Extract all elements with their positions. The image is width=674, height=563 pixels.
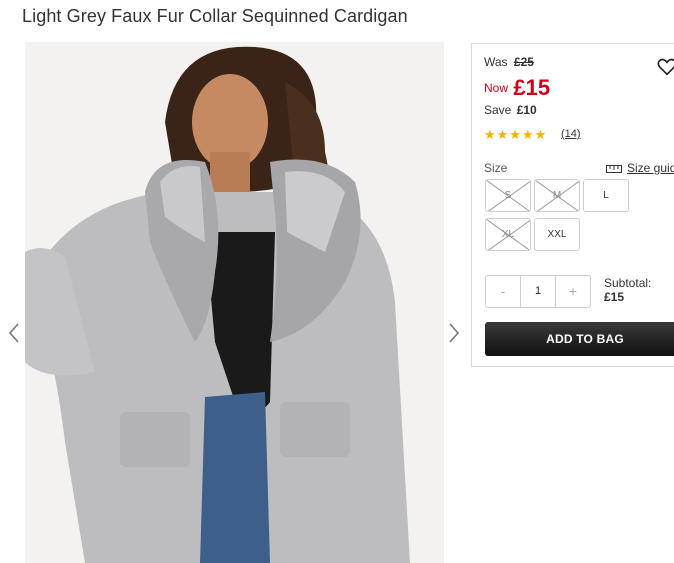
subtotal-amount: £15 xyxy=(604,290,625,304)
save-row: Save £10 xyxy=(484,103,537,117)
size-guide-label: Size guide xyxy=(627,161,674,175)
size-option-xl[interactable]: XL xyxy=(485,218,531,251)
size-guide-link[interactable]: Size guide xyxy=(606,161,674,175)
size-option-s[interactable]: S xyxy=(485,179,531,212)
product-gallery xyxy=(0,42,470,563)
purchase-panel: Was £25 Now £15 Save £10 ★★★★★ (14) Size… xyxy=(471,43,674,367)
subtotal: Subtotal: £15 xyxy=(604,276,651,304)
add-to-bag-button[interactable]: ADD TO BAG xyxy=(485,322,674,356)
chevron-left-icon xyxy=(8,323,19,343)
size-option-label: XXL xyxy=(547,229,567,240)
size-option-label: XL xyxy=(501,229,515,240)
quantity-decrease-button[interactable]: - xyxy=(486,276,520,307)
cardigan-photo xyxy=(25,42,444,563)
size-option-label: L xyxy=(603,190,609,201)
now-price-row: Now £15 xyxy=(484,75,550,101)
now-label: Now xyxy=(484,81,509,95)
save-label: Save xyxy=(484,103,512,117)
heart-icon xyxy=(657,58,674,76)
size-option-xxl[interactable]: XXL xyxy=(534,218,580,251)
size-option-label: M xyxy=(552,190,562,201)
subtotal-label: Subtotal: xyxy=(604,276,652,290)
chevron-right-icon xyxy=(449,323,460,343)
quantity-increase-button[interactable]: + xyxy=(556,276,590,307)
save-amount: £10 xyxy=(516,103,537,117)
size-option-m[interactable]: M xyxy=(534,179,580,212)
size-option-label: S xyxy=(504,190,512,201)
size-label: Size xyxy=(484,161,508,175)
product-image xyxy=(25,42,444,563)
ruler-icon xyxy=(606,164,622,173)
product-title: Light Grey Faux Fur Collar Sequinned Car… xyxy=(22,6,408,26)
was-price: £25 xyxy=(513,55,534,69)
wishlist-button[interactable] xyxy=(656,56,674,78)
quantity-stepper: - 1 + xyxy=(485,275,591,308)
gallery-next-button[interactable] xyxy=(446,322,462,346)
was-label: Was xyxy=(484,55,508,69)
gallery-prev-button[interactable] xyxy=(6,322,22,346)
size-option-l[interactable]: L xyxy=(583,179,629,212)
rating-stars: ★★★★★ xyxy=(484,127,548,142)
quantity-input[interactable]: 1 xyxy=(520,276,556,307)
was-price-row: Was £25 xyxy=(484,55,534,69)
now-price: £15 xyxy=(513,75,551,100)
review-count-link[interactable]: (14) xyxy=(561,128,581,140)
